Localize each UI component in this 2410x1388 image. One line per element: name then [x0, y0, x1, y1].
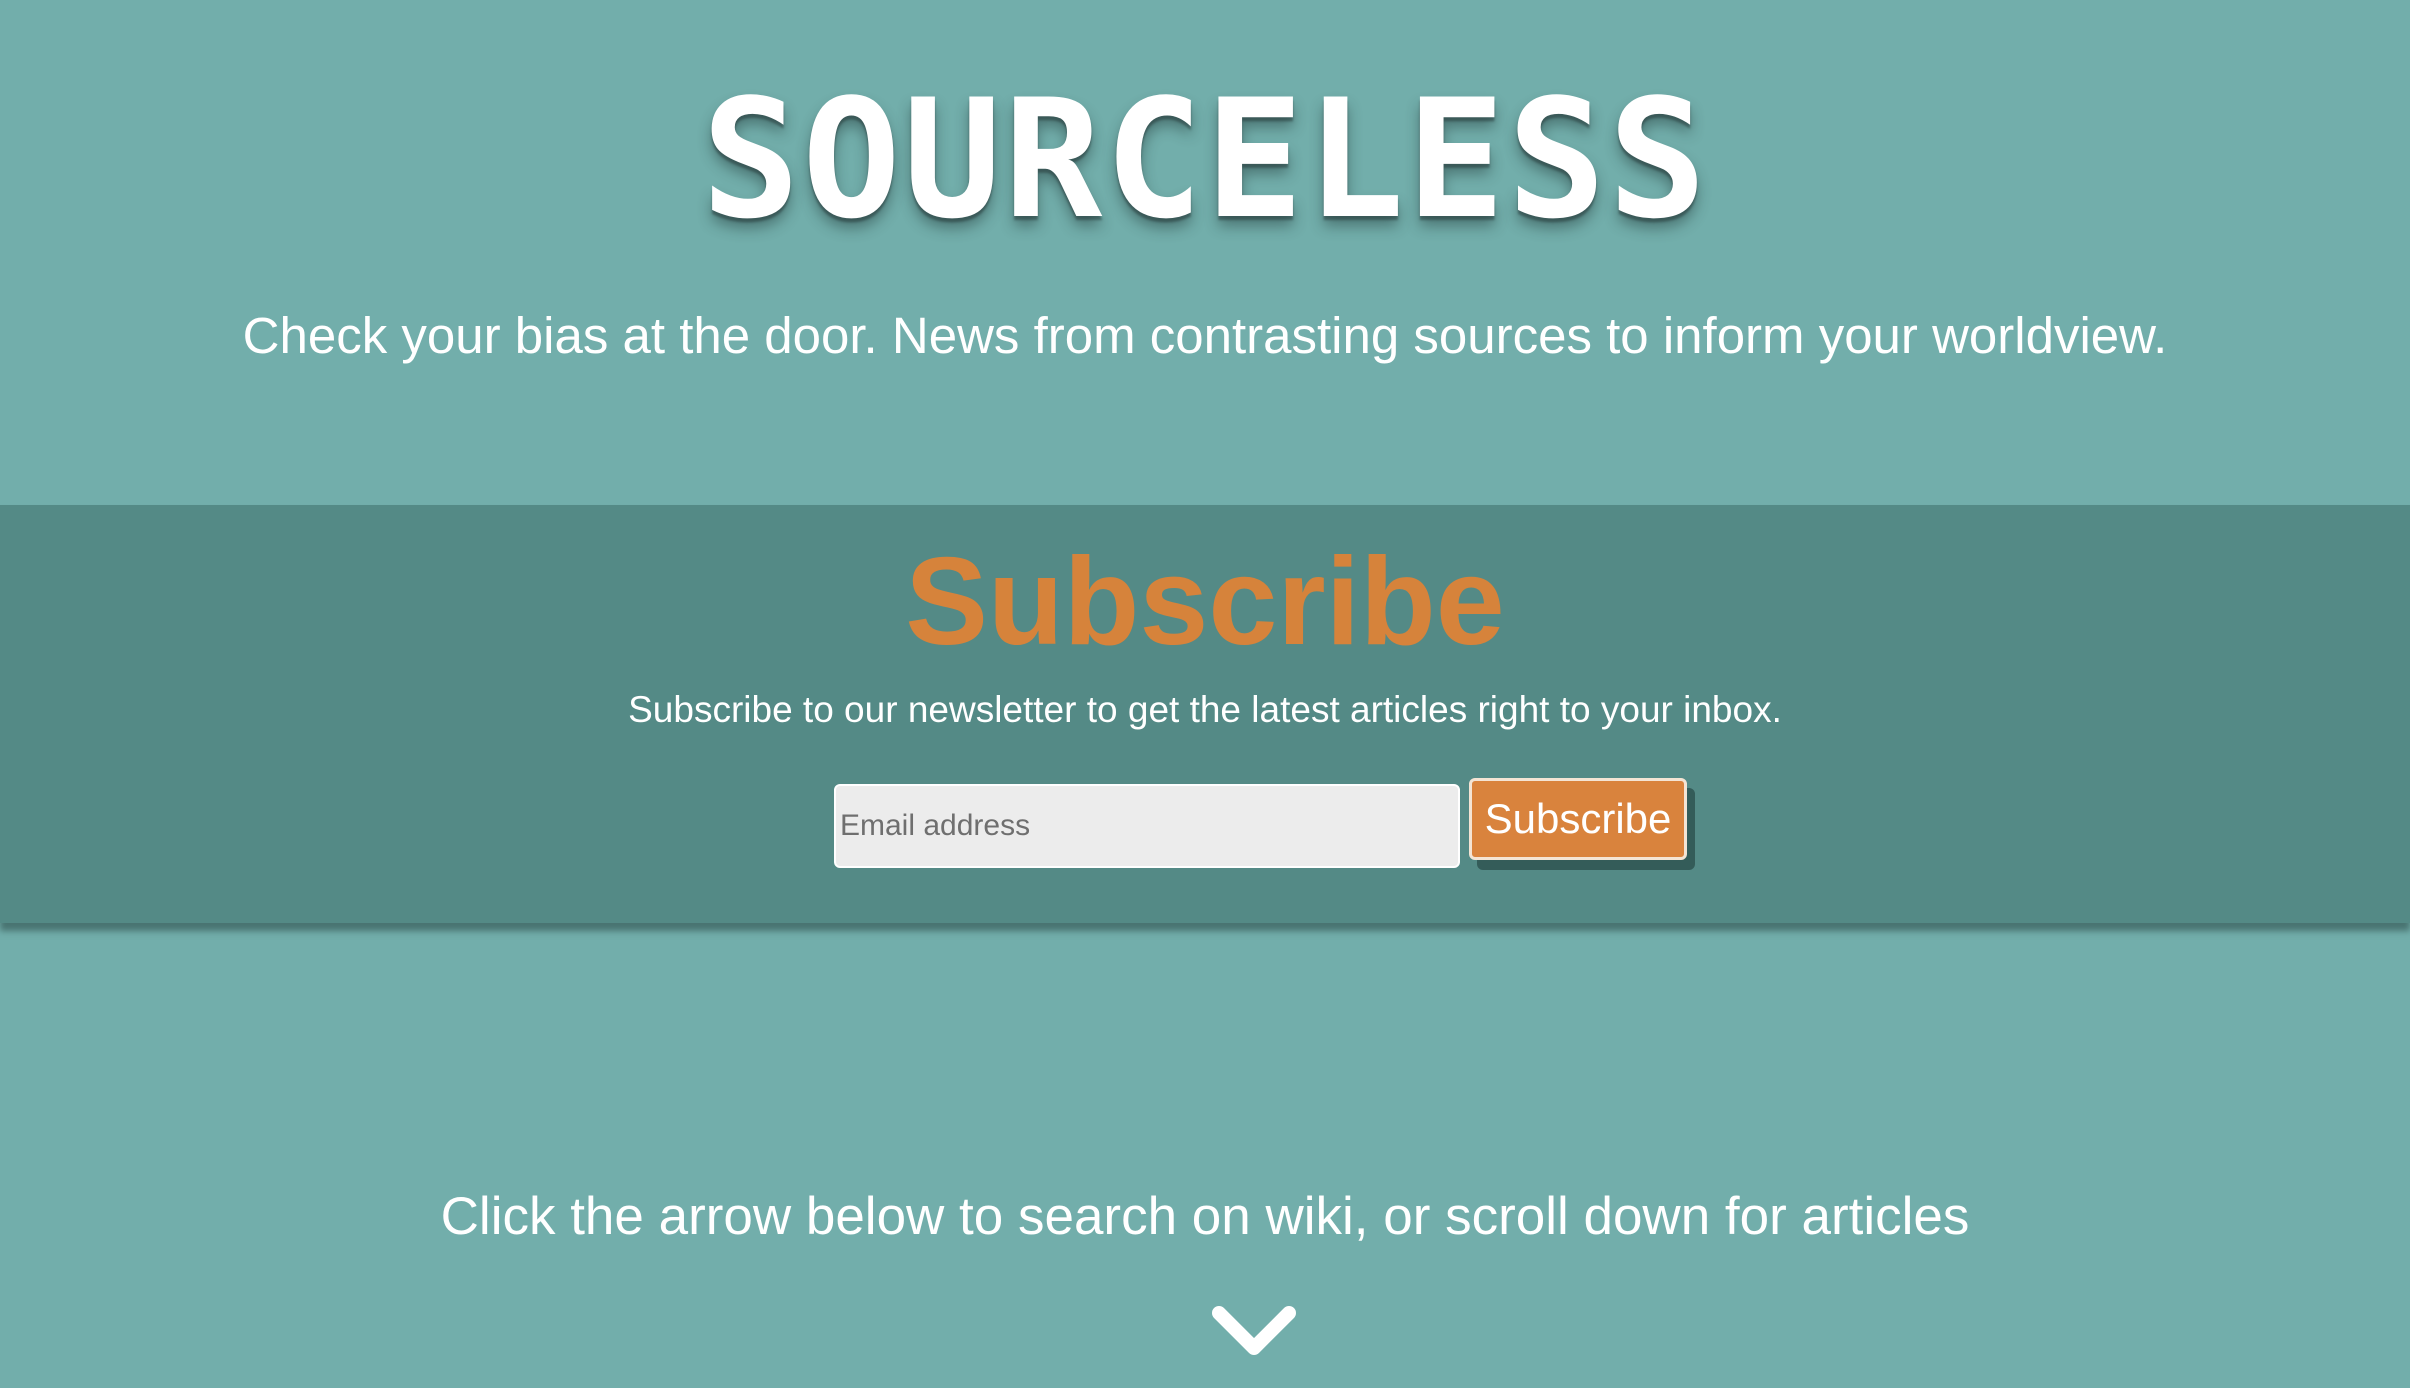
subscribe-section: Subscribe Subscribe to our newsletter to… [0, 505, 2410, 923]
subscribe-button[interactable]: Subscribe [1469, 778, 1687, 860]
subscribe-description: Subscribe to our newsletter to get the l… [628, 689, 1782, 730]
email-field[interactable] [834, 784, 1460, 868]
subscribe-heading: Subscribe [905, 533, 1505, 671]
chevron-down-icon[interactable] [1211, 1303, 1297, 1363]
scroll-instructions: Click the arrow below to search on wiki,… [440, 1187, 1970, 1246]
site-logo[interactable]: SOURCELESS [0, 70, 2410, 250]
tagline: Check your bias at the door. News from c… [242, 307, 2168, 364]
page: SOURCELESS Check your bias at the door. … [0, 0, 2410, 1388]
hero-header: SOURCELESS Check your bias at the door. … [0, 0, 2410, 505]
